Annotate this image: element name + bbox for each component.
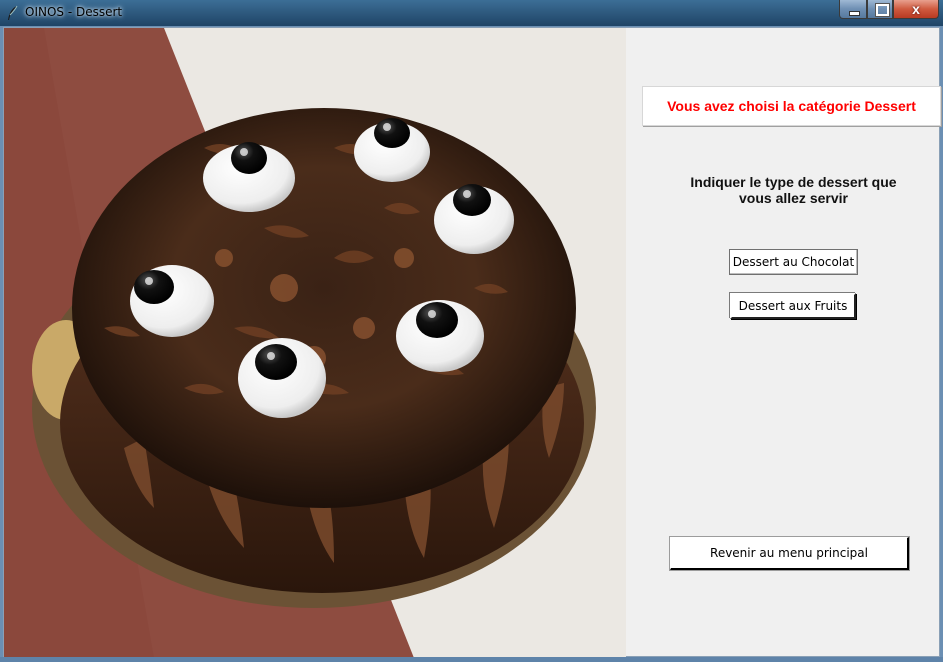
prompt-line-1: Indiquer le type de dessert que [690, 174, 897, 190]
window-title: OINOS - Dessert [25, 5, 123, 19]
maximize-button[interactable] [867, 0, 893, 19]
window-client-area: Vous avez choisi la catégorie Dessert In… [3, 27, 943, 658]
close-icon: x [912, 1, 920, 17]
window-bottom-frame [0, 657, 943, 662]
close-button[interactable]: x [893, 0, 939, 19]
category-label: Vous avez choisi la catégorie Dessert [642, 86, 941, 126]
chocolate-dessert-button[interactable]: Dessert au Chocolat [729, 249, 858, 275]
prompt-line-2: vous allez servir [739, 190, 848, 206]
minimize-button[interactable] [839, 0, 867, 19]
back-to-main-menu-button[interactable]: Revenir au menu principal [670, 537, 909, 570]
dessert-type-prompt: Indiquer le type de dessert que vous all… [644, 174, 943, 206]
title-bar[interactable]: OINOS - Dessert x [0, 0, 943, 26]
fruit-dessert-button[interactable]: Dessert aux Fruits [730, 293, 856, 319]
feather-icon [8, 5, 18, 20]
chocolate-cake-image [4, 28, 626, 658]
